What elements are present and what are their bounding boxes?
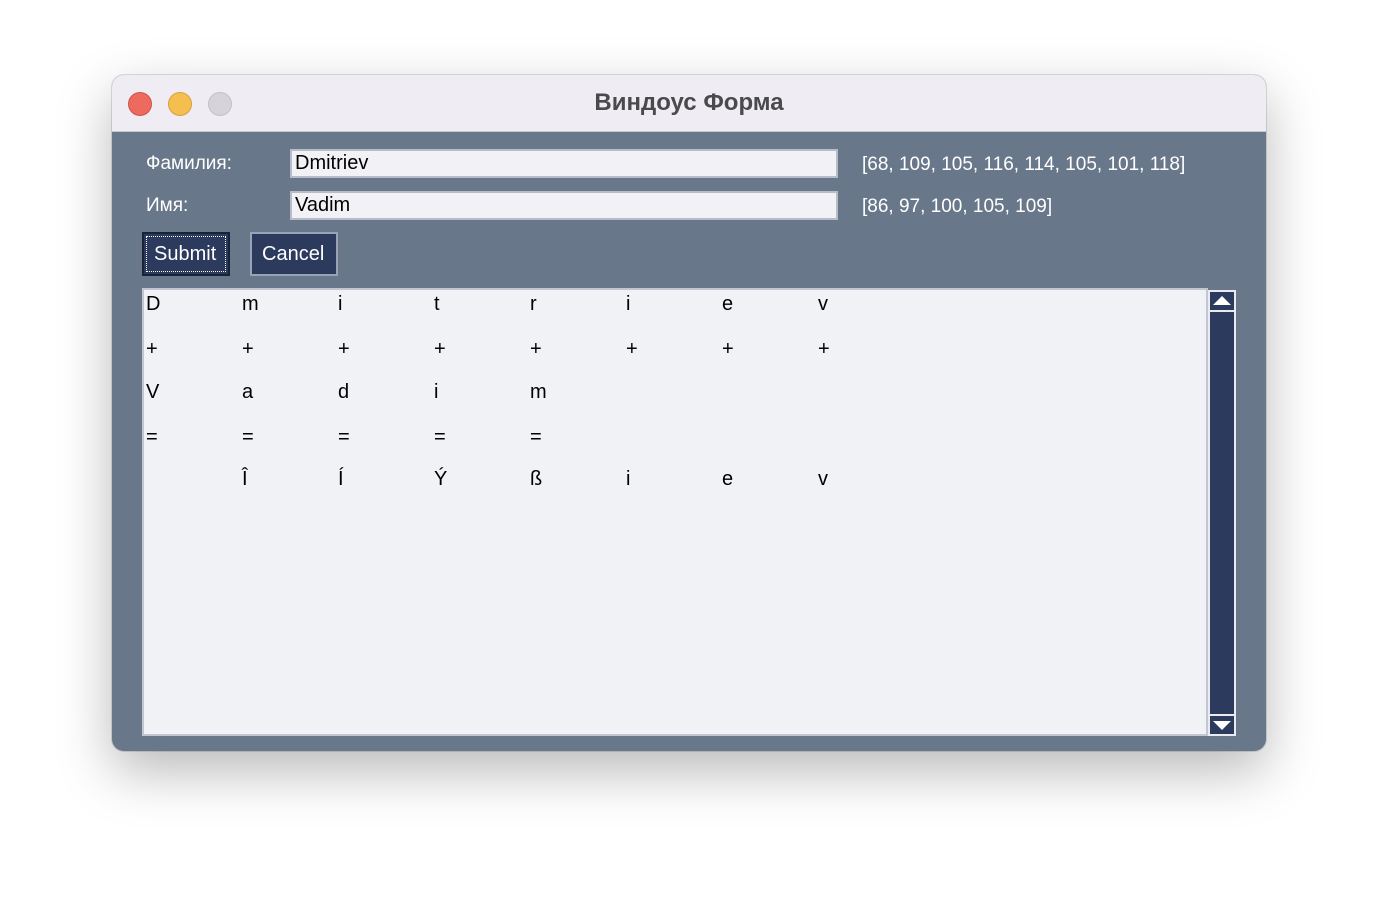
name-char-codes: [86, 97, 100, 105, 109] xyxy=(862,196,1053,217)
output-cell: v xyxy=(818,468,828,490)
output-cell: = xyxy=(242,426,254,448)
output-cell: v xyxy=(818,293,828,315)
output-cell: ß xyxy=(530,468,543,490)
output-text-area[interactable]: D m i t r i e v + + + + + + + + V a d i … xyxy=(142,288,1208,736)
triangle-up-icon xyxy=(1213,296,1231,305)
name-field[interactable]: Vadim xyxy=(290,191,838,220)
output-row: V a d i m xyxy=(144,381,1044,407)
output-cell: Í xyxy=(338,468,344,490)
output-cell: + xyxy=(722,338,734,360)
surname-field[interactable]: Dmitriev xyxy=(290,149,838,178)
output-cell: + xyxy=(242,338,254,360)
surname-label: Фамилия: xyxy=(146,153,232,174)
scroll-down-button[interactable] xyxy=(1210,714,1234,734)
output-cell: r xyxy=(530,293,537,315)
output-cell: d xyxy=(338,381,350,403)
submit-button[interactable]: Submit xyxy=(142,232,230,276)
output-cell: = xyxy=(146,426,158,448)
output-cell: i xyxy=(626,293,631,315)
cancel-button[interactable]: Cancel xyxy=(250,232,338,276)
output-cell: = xyxy=(434,426,446,448)
output-cell: + xyxy=(338,338,350,360)
output-cell: m xyxy=(242,293,259,315)
output-cell: + xyxy=(146,338,158,360)
output-cell: + xyxy=(818,338,830,360)
output-cell: e xyxy=(722,293,734,315)
output-cell: m xyxy=(530,381,547,403)
output-row: + + + + + + + + xyxy=(144,338,1044,364)
output-row: Î Í Ý ß i e v xyxy=(144,468,1044,494)
output-cell: t xyxy=(434,293,440,315)
surname-char-codes: [68, 109, 105, 116, 114, 105, 101, 118] xyxy=(862,154,1186,175)
output-cell: + xyxy=(434,338,446,360)
triangle-down-icon xyxy=(1213,721,1231,730)
output-cell: Ý xyxy=(434,468,448,490)
output-cell: i xyxy=(434,381,439,403)
output-cell: i xyxy=(626,468,631,490)
output-cell: = xyxy=(338,426,350,448)
output-cell: + xyxy=(626,338,638,360)
output-cell: = xyxy=(530,426,542,448)
output-cell: a xyxy=(242,381,254,403)
app-window: Виндоус Форма Фамилия: Dmitriev [68, 109… xyxy=(112,75,1266,751)
output-cell: D xyxy=(146,293,161,315)
vertical-scrollbar[interactable] xyxy=(1208,290,1236,736)
scroll-up-button[interactable] xyxy=(1210,292,1234,312)
output-row: = = = = = xyxy=(144,426,1044,452)
output-row: D m i t r i e v xyxy=(144,293,1044,319)
output-cell: Î xyxy=(242,468,248,490)
output-cell: V xyxy=(146,381,160,403)
output-cell: e xyxy=(722,468,734,490)
title-bar: Виндоус Форма xyxy=(112,75,1266,132)
output-cell: i xyxy=(338,293,343,315)
window-title: Виндоус Форма xyxy=(594,89,784,116)
name-label: Имя: xyxy=(146,195,189,216)
output-cell: + xyxy=(530,338,542,360)
